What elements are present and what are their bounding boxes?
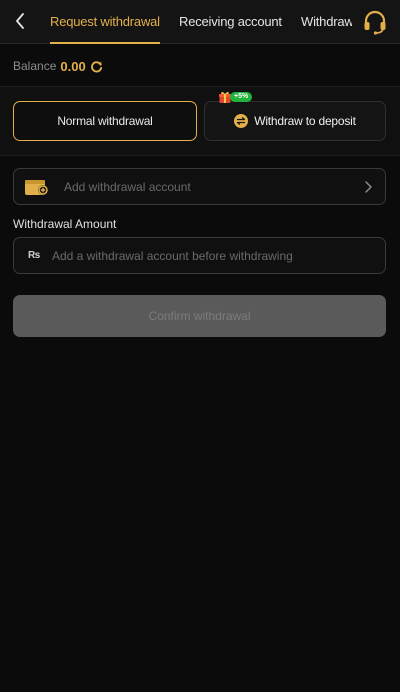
promo-badge-text: +5% — [230, 92, 253, 102]
withdrawal-amount-input[interactable] — [52, 248, 385, 263]
exchange-icon — [234, 114, 249, 128]
withdraw-to-deposit-button[interactable]: Withdraw to deposit — [204, 101, 386, 141]
wallet-add-icon — [25, 179, 48, 195]
withdraw-to-deposit-label: Withdraw to deposit — [254, 114, 356, 128]
balance-row: Balance 0.00 — [13, 57, 103, 75]
withdrawal-amount-field: ₨ — [13, 237, 386, 274]
withdrawal-amount-label: Withdrawal Amount — [13, 217, 117, 231]
currency-symbol: ₨ — [28, 250, 41, 261]
customer-support-button[interactable] — [362, 9, 388, 35]
tab-request-withdrawal[interactable]: Request withdrawal — [50, 0, 160, 44]
normal-withdrawal-label: Normal withdrawal — [57, 114, 153, 128]
confirm-withdrawal-button[interactable]: Confirm withdrawal — [13, 295, 386, 337]
chevron-right-icon — [365, 180, 372, 193]
headset-icon — [364, 10, 386, 35]
top-bar: Request withdrawal Receiving account Wit… — [0, 0, 400, 44]
refresh-icon[interactable] — [90, 60, 103, 73]
chevron-left-icon — [16, 13, 24, 29]
normal-withdrawal-button[interactable]: Normal withdrawal — [13, 101, 197, 141]
tab-withdrawal-records[interactable]: Withdrawal — [301, 0, 352, 44]
add-withdrawal-account-placeholder: Add withdrawal account — [64, 179, 191, 194]
promo-badge: +5% — [218, 90, 253, 104]
tab-receiving-account[interactable]: Receiving account — [179, 0, 282, 44]
back-button[interactable] — [10, 10, 30, 32]
tab-bar: Request withdrawal Receiving account Wit… — [40, 0, 352, 44]
balance-label: Balance — [13, 59, 57, 73]
balance-value: 0.00 — [60, 58, 86, 74]
add-withdrawal-account-field[interactable]: Add withdrawal account — [13, 168, 386, 205]
